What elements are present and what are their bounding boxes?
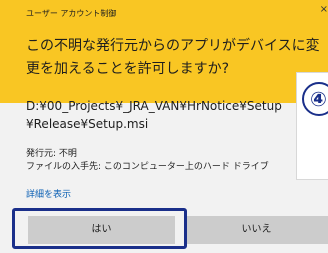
yes-button[interactable]: はい [28,216,175,244]
file-path: D:¥00_Projects¥_JRA_VAN¥HrNotice¥Setup¥R… [26,99,282,131]
uac-dialog: ユーザー アカウント制御 × この不明な発行元からのアプリがデバイスに変更を加え… [0,0,328,253]
step-number-badge: ④ [302,82,328,116]
publisher-info: 発行元: 不明 [26,149,77,159]
close-icon[interactable]: × [320,4,328,16]
prompt-question: この不明な発行元からのアプリがデバイスに変更を加えることを許可しますか? [26,38,320,77]
file-origin-info: ファイルの入手先: このコンピューター上のハード ドライブ [26,162,269,172]
dialog-header: ユーザー アカウント制御 × この不明な発行元からのアプリがデバイスに変更を加え… [0,0,328,103]
no-button[interactable]: いいえ [185,216,328,244]
dialog-title: ユーザー アカウント制御 [26,9,117,18]
show-details-link[interactable]: 詳細を表示 [26,189,71,202]
